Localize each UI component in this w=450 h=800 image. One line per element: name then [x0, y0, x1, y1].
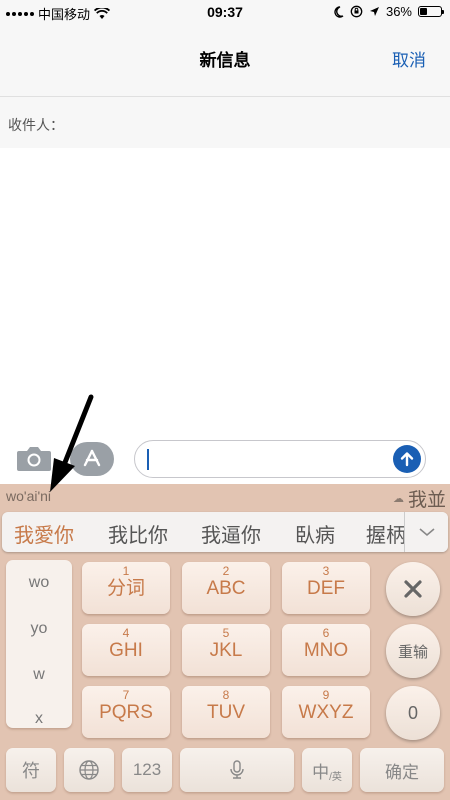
delete-button[interactable]: [386, 562, 440, 616]
key-label: MNO: [303, 640, 349, 661]
confirm-label: 确定: [385, 762, 419, 782]
candidate-item[interactable]: 握柄: [366, 519, 406, 548]
globe-button[interactable]: [64, 748, 114, 792]
key-label: DEF: [307, 578, 345, 599]
numbers-label: 123: [132, 760, 162, 779]
key-number: 1: [122, 564, 130, 578]
candidate-item[interactable]: 臥病: [295, 519, 335, 548]
key-label: PQRS: [99, 702, 153, 723]
key-2[interactable]: 2 ABC: [182, 562, 270, 614]
pinyin-keyboard: wo'ai'ni ☁ 我並 我愛你 我比你 我逼你 臥病 握柄 wo yo w …: [0, 484, 450, 800]
message-input[interactable]: [134, 440, 426, 478]
navigation-bar: 新信息 取消: [0, 24, 450, 96]
confirm-button[interactable]: 确定: [360, 748, 444, 792]
preview-text: 我並: [407, 490, 446, 511]
status-bar: 中国移动 09:37 36%: [0, 0, 450, 24]
moon-icon: [334, 5, 344, 18]
key-7[interactable]: 7 PQRS: [82, 686, 170, 738]
chevron-down-icon: [418, 528, 435, 537]
pinyin-composition: wo'ai'ni: [6, 488, 52, 504]
pinyin-options-column: wo yo w x: [6, 560, 72, 728]
pinyin-option[interactable]: w: [6, 666, 72, 684]
location-arrow-icon: [369, 7, 379, 16]
zero-key[interactable]: 0: [386, 686, 440, 740]
key-label: 分词: [106, 578, 145, 599]
cloud-icon: ☁: [392, 493, 404, 505]
key-6[interactable]: 6 MNO: [282, 624, 370, 676]
key-number: 4: [122, 626, 130, 640]
candidate-item[interactable]: 我愛你: [14, 519, 74, 548]
key-number: 2: [222, 564, 230, 578]
candidate-bar: 我愛你 我比你 我逼你 臥病 握柄: [2, 512, 448, 552]
key-number: 5: [222, 626, 230, 640]
numbers-button[interactable]: 123: [122, 748, 172, 792]
key-number: 9: [322, 688, 330, 702]
orientation-lock-icon: [350, 5, 363, 18]
key-number: 6: [322, 626, 330, 640]
page-title: 新信息: [199, 51, 251, 70]
key-label: JKL: [209, 640, 243, 661]
language-switch-button[interactable]: 中/英: [302, 748, 352, 792]
key-label: TUV: [207, 702, 245, 723]
recipient-label: 收件人：: [8, 117, 64, 133]
key-3[interactable]: 3 DEF: [282, 562, 370, 614]
key-label: GHI: [109, 640, 143, 661]
cancel-button[interactable]: 取消: [392, 46, 426, 71]
space-voice-button[interactable]: [180, 748, 294, 792]
battery-icon: [418, 6, 444, 17]
battery-percent: 36%: [385, 4, 412, 19]
battery-fill: [420, 8, 428, 15]
candidate-item[interactable]: 我逼你: [201, 519, 261, 548]
expand-candidates-button[interactable]: [404, 512, 448, 552]
key-4[interactable]: 4 GHI: [82, 624, 170, 676]
send-button[interactable]: [393, 445, 421, 473]
language-main-label: 中: [312, 762, 330, 782]
key-number: 7: [122, 688, 130, 702]
candidate-item[interactable]: 我比你: [108, 519, 168, 548]
send-arrow-icon: [400, 452, 414, 467]
key-number: 3: [322, 564, 330, 578]
pinyin-option[interactable]: yo: [6, 620, 72, 638]
camera-icon[interactable]: [16, 444, 52, 472]
close-icon: [404, 580, 422, 598]
pinyin-option[interactable]: wo: [6, 574, 72, 592]
message-input-row: [0, 434, 450, 484]
app-store-icon: [83, 449, 101, 467]
status-right: 36%: [333, 4, 444, 19]
language-sub-label: /英: [329, 771, 342, 783]
zero-label: 0: [407, 702, 418, 723]
reenter-button[interactable]: 重输: [386, 624, 440, 678]
key-label: WXYZ: [298, 702, 354, 723]
symbols-button[interactable]: 符: [6, 748, 56, 792]
text-caret: [147, 449, 149, 470]
pinyin-option[interactable]: x: [6, 710, 72, 728]
composition-line: wo'ai'ni ☁ 我並: [0, 484, 450, 512]
key-number: 8: [222, 688, 230, 702]
recipient-row[interactable]: 收件人：: [0, 96, 450, 148]
cloud-preview[interactable]: ☁ 我並: [393, 485, 446, 512]
reenter-label: 重输: [397, 643, 428, 661]
globe-icon: [79, 760, 99, 780]
key-9[interactable]: 9 WXYZ: [282, 686, 370, 738]
key-label: ABC: [206, 578, 246, 599]
key-5[interactable]: 5 JKL: [182, 624, 270, 676]
conversation-area: [0, 148, 450, 434]
app-store-button[interactable]: [70, 442, 114, 476]
microphone-icon: [230, 760, 244, 779]
key-8[interactable]: 8 TUV: [182, 686, 270, 738]
symbols-label: 符: [22, 761, 40, 781]
key-1[interactable]: 1 分词: [82, 562, 170, 614]
